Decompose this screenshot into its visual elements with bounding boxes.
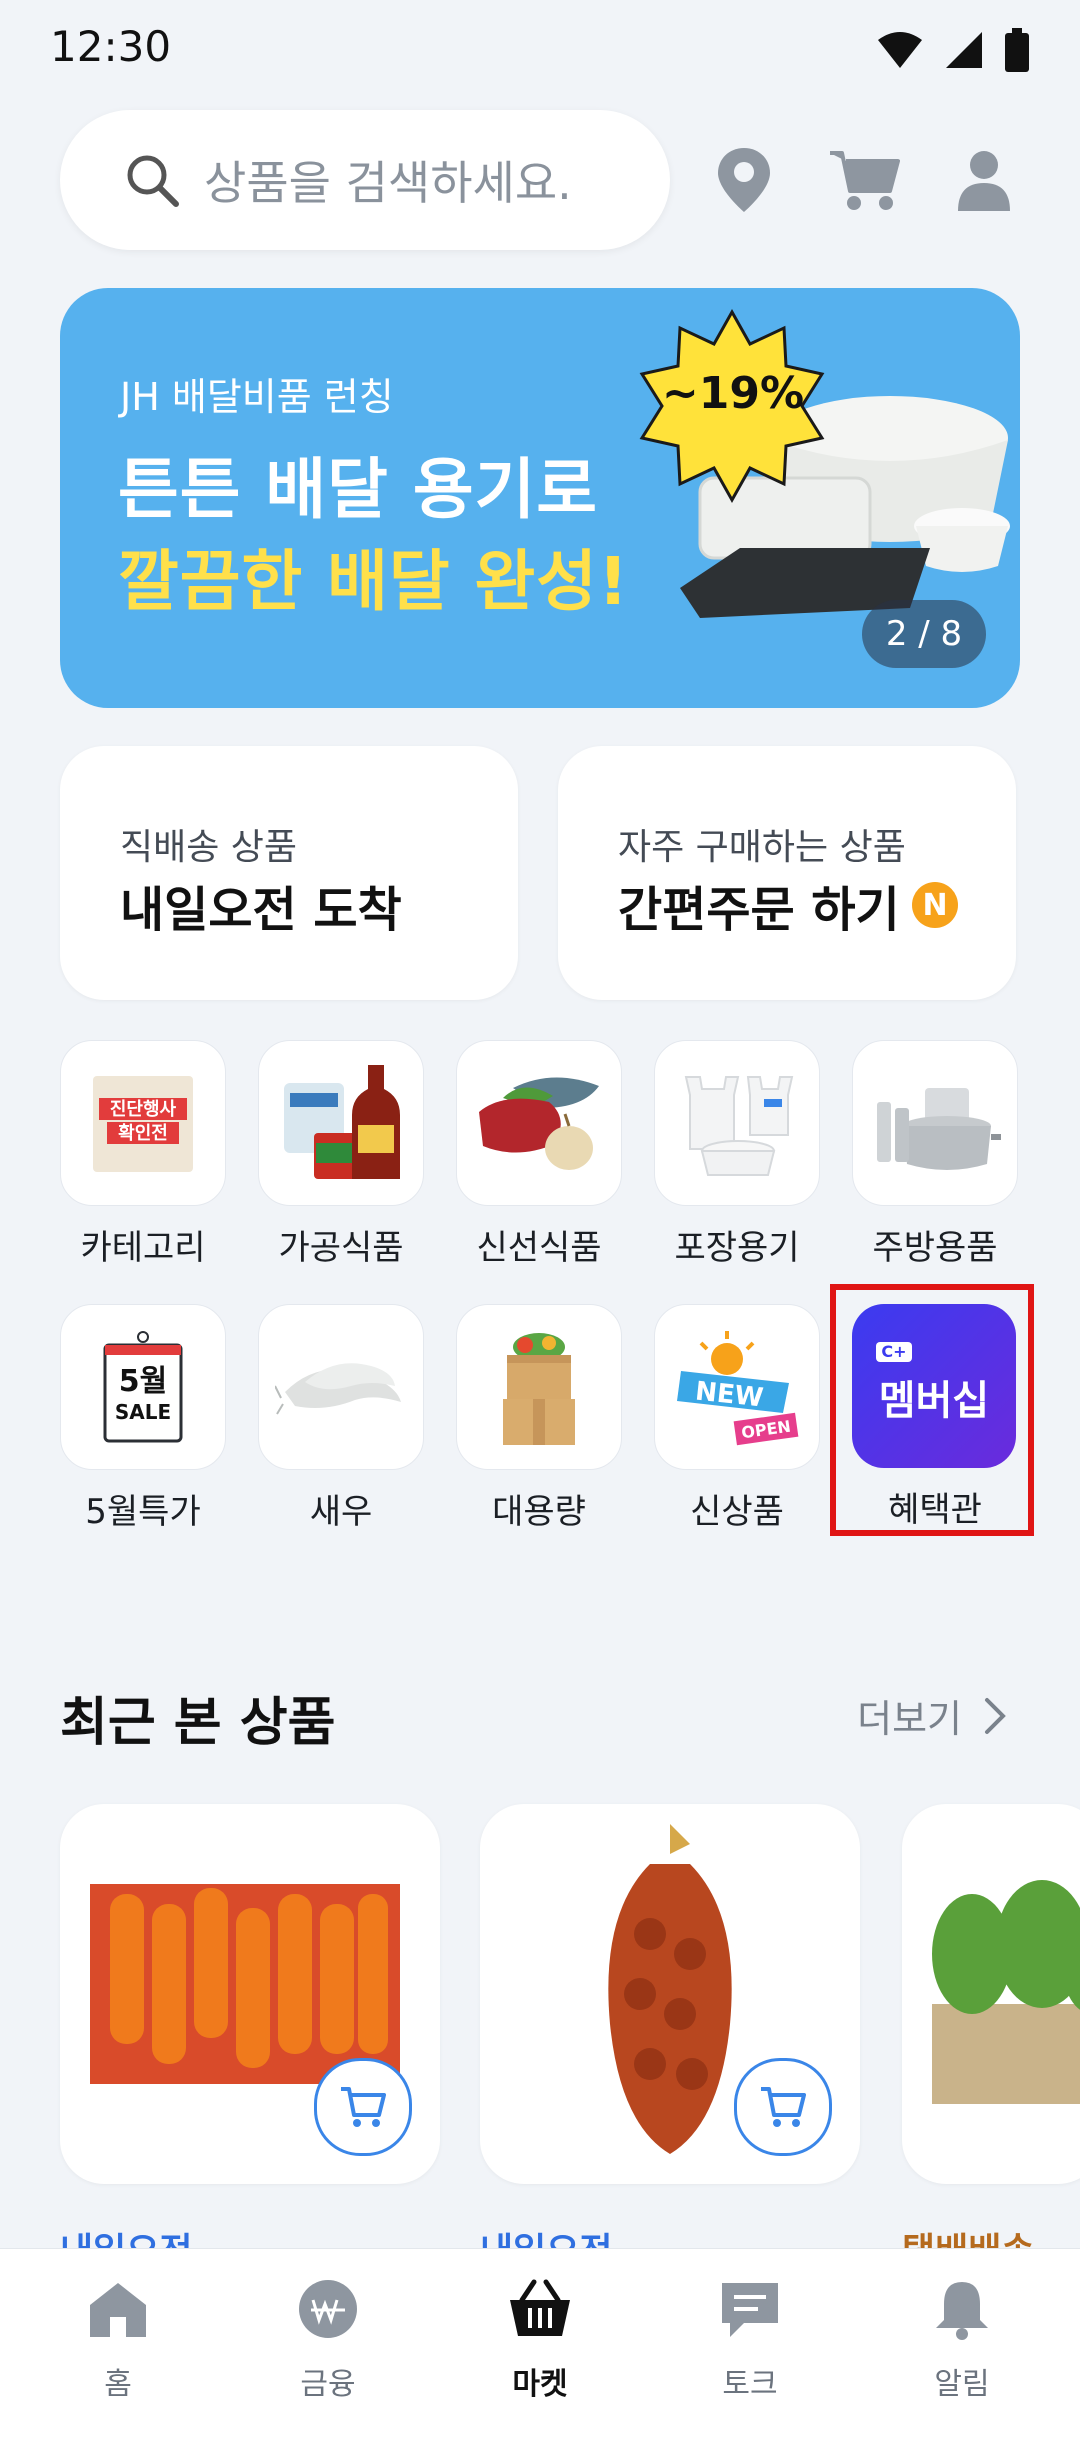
nav-home[interactable]: 홈 (48, 2273, 188, 2403)
category-item-kitchenware[interactable]: 주방용품 (852, 1040, 1018, 1269)
basket-icon (510, 2279, 570, 2336)
highlight-box (830, 1284, 1034, 1536)
calendar-sale-icon: 5월 SALE (103, 1331, 183, 1443)
sale-sign-line2: 확인전 (118, 1123, 168, 1144)
cart-button[interactable] (824, 140, 904, 220)
shrimp-image (275, 1363, 401, 1415)
sale-sign-image: 진단행사 확인전 (93, 1076, 193, 1172)
banner-headline-2: 깔끔한 배달 완성! (118, 543, 630, 620)
section-title-recent: 최근 본 상품 (60, 1693, 336, 1753)
category-tile (852, 1040, 1018, 1206)
status-bar: 12:30 (0, 0, 1080, 100)
search-placeholder: 상품을 검색하세요. (204, 156, 572, 210)
nav-talk[interactable]: 토크 (680, 2273, 820, 2403)
quick-card-direct-delivery[interactable]: 직배송 상품 내일오전 도착 (60, 746, 518, 1000)
nav-notifications[interactable]: 알림 (892, 2273, 1032, 2403)
category-item-bulk[interactable]: 대용량 (456, 1304, 622, 1533)
processed-food-image (284, 1065, 400, 1179)
category-item-category[interactable]: 진단행사 확인전 카테고리 (60, 1040, 226, 1269)
new-badge-text: NEW (694, 1377, 765, 1414)
quick-card-subtitle: 자주 구매하는 상품 (618, 827, 906, 868)
calendar-month: 5월 (119, 1364, 167, 1399)
banner-pager: 2 / 8 (862, 600, 986, 668)
quick-card-easy-order[interactable]: 자주 구매하는 상품 간편주문 하기 N (558, 746, 1016, 1000)
nav-label: 홈 (104, 2367, 132, 2402)
fresh-food-image (479, 1077, 599, 1170)
category-label: 새우 (309, 1492, 373, 1532)
cabbage-image (932, 1880, 1080, 2104)
search-icon (127, 155, 179, 207)
nav-market[interactable]: 마켓 (470, 2273, 610, 2403)
signal-icon (946, 32, 982, 68)
category-tile: 5월 SALE (60, 1304, 226, 1470)
calendar-sale: SALE (115, 1400, 171, 1424)
new-badge: N (912, 882, 958, 928)
category-label: 가공식품 (278, 1228, 404, 1268)
person-icon (958, 151, 1010, 211)
category-tile (258, 1040, 424, 1206)
category-label: 카테고리 (80, 1228, 206, 1268)
product-card-cabbage[interactable] (902, 1804, 1080, 2184)
chat-icon (722, 2283, 778, 2337)
sale-sign-line1: 진단행사 (110, 1099, 177, 1120)
nav-finance[interactable]: 금융 (258, 2273, 398, 2403)
category-tile (456, 1040, 622, 1206)
category-label: 포장용기 (674, 1228, 800, 1268)
category-tile: 진단행사 확인전 (60, 1040, 226, 1206)
add-to-cart-button[interactable] (314, 2058, 412, 2156)
search-input[interactable]: 상품을 검색하세요. (60, 110, 670, 250)
cart-icon (830, 151, 900, 210)
add-to-cart-button[interactable] (734, 2058, 832, 2156)
category-item-new-products[interactable]: NEW OPEN 신상품 (654, 1304, 820, 1533)
home-icon (90, 2283, 146, 2337)
nav-label: 토크 (722, 2367, 778, 2402)
more-link[interactable]: 더보기 (857, 1688, 1006, 1743)
location-button[interactable] (704, 140, 784, 220)
discount-label: ~19% (661, 368, 805, 419)
category-label: 신선식품 (476, 1228, 602, 1268)
nav-label: 알림 (934, 2367, 990, 2402)
bottom-nav: 홈 금융 마켓 토크 알림 (0, 2248, 1080, 2461)
banner-subtitle: JH 배달비품 런칭 (120, 375, 394, 419)
category-tile (258, 1304, 424, 1470)
bell-icon (936, 2282, 988, 2340)
kitchenware-image (877, 1088, 1001, 1170)
chevron-right-icon (985, 1697, 1006, 1734)
category-item-processed-food[interactable]: 가공식품 (258, 1040, 424, 1269)
cart-icon (761, 2087, 806, 2127)
category-label: 대용량 (492, 1492, 586, 1532)
battery-icon (1005, 28, 1029, 72)
category-tile (654, 1040, 820, 1206)
profile-button[interactable] (944, 140, 1024, 220)
category-tile: NEW OPEN (654, 1304, 820, 1470)
quick-card-title: 간편주문 하기 (618, 882, 900, 938)
bulk-boxes-image (503, 1333, 575, 1445)
category-label: 신상품 (690, 1492, 784, 1532)
category-item-may-special[interactable]: 5월 SALE 5월특가 (60, 1304, 226, 1533)
packaging-image (684, 1076, 794, 1176)
wifi-icon (878, 32, 922, 68)
quick-card-title: 내일오전 도착 (120, 882, 402, 938)
nav-label: 마켓 (512, 2367, 568, 2402)
category-tile (456, 1304, 622, 1470)
quick-card-subtitle: 직배송 상품 (120, 827, 298, 868)
category-item-packaging[interactable]: 포장용기 (654, 1040, 820, 1269)
promo-banner[interactable]: JH 배달비품 런칭 튼튼 배달 용기로 깔끔한 배달 완성! ~19% 2 /… (60, 288, 1020, 708)
product-card-carrot[interactable] (60, 1804, 440, 2184)
category-item-fresh-food[interactable]: 신선식품 (456, 1040, 622, 1269)
onion-bag-image (608, 1824, 732, 2154)
won-coin-icon (299, 2280, 357, 2338)
category-label: 5월특가 (85, 1492, 201, 1532)
category-label: 주방용품 (872, 1228, 998, 1268)
location-pin-icon (718, 148, 770, 212)
new-open-badge-image: NEW OPEN (677, 1331, 799, 1446)
status-icons (876, 28, 1030, 72)
status-time: 12:30 (50, 22, 172, 71)
more-label: 더보기 (857, 1697, 962, 1741)
category-item-shrimp[interactable]: 새우 (258, 1304, 424, 1533)
cart-icon (341, 2087, 386, 2127)
nav-label: 금융 (300, 2367, 356, 2402)
banner-headline-1: 튼튼 배달 용기로 (118, 451, 598, 528)
product-card-onion[interactable] (480, 1804, 860, 2184)
